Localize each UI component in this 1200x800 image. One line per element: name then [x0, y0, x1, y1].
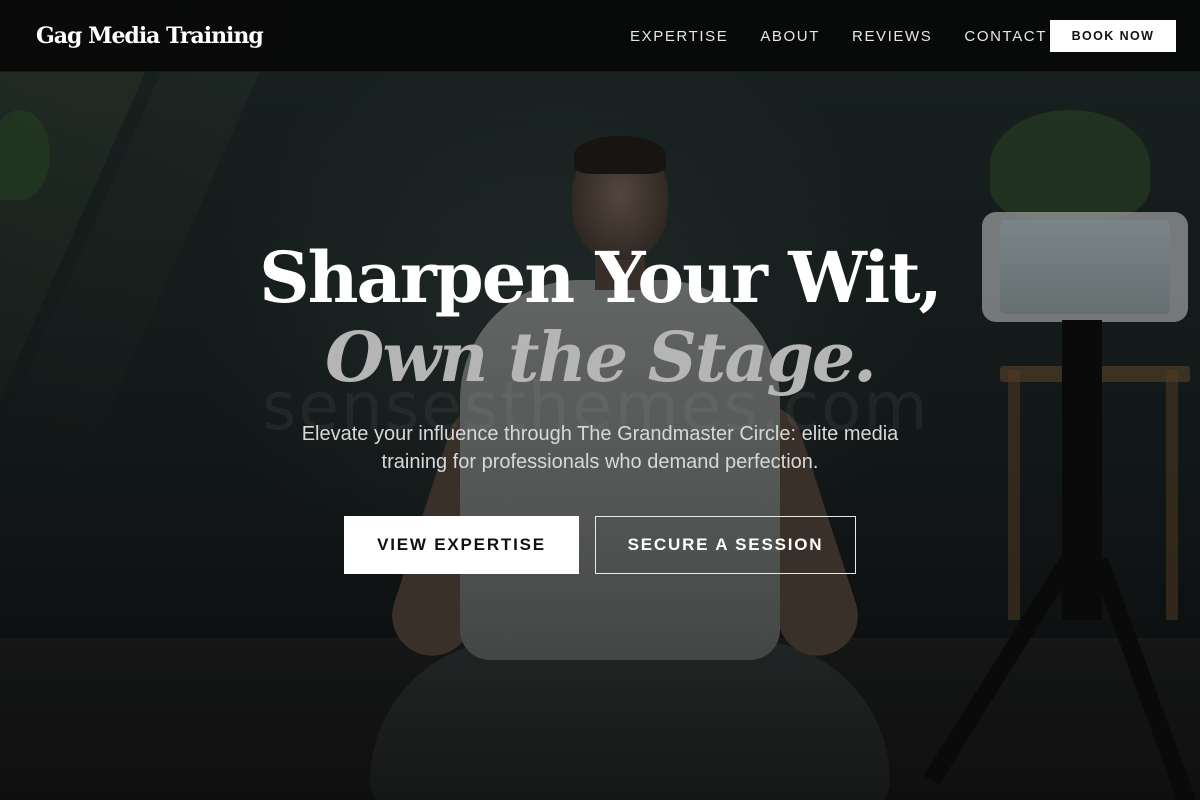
nav-link-expertise[interactable]: EXPERTISE: [614, 20, 744, 53]
hero-content: Sharpen Your Wit, Own the Stage. Elevate…: [0, 236, 1200, 574]
nav-link-reviews[interactable]: REVIEWS: [836, 20, 948, 53]
cta-row: VIEW EXPERTISE SECURE A SESSION: [0, 516, 1200, 574]
site-logo[interactable]: Gag Media Training: [24, 16, 275, 56]
nav-link-about[interactable]: ABOUT: [744, 20, 836, 53]
nav-link-contact[interactable]: CONTACT: [948, 20, 1063, 53]
hero-headline-accent: Own the Stage.: [325, 318, 877, 398]
navbar: Gag Media Training EXPERTISE ABOUT REVIE…: [0, 0, 1200, 72]
hero-subtext: Elevate your influence through The Grand…: [301, 423, 899, 473]
view-expertise-button[interactable]: VIEW EXPERTISE: [344, 516, 579, 574]
book-now-button[interactable]: BOOK NOW: [1050, 20, 1176, 52]
main-nav: EXPERTISE ABOUT REVIEWS CONTACT: [614, 0, 1063, 72]
secure-session-button[interactable]: SECURE A SESSION: [595, 516, 856, 574]
hero-headline: Sharpen Your Wit,: [259, 236, 943, 319]
